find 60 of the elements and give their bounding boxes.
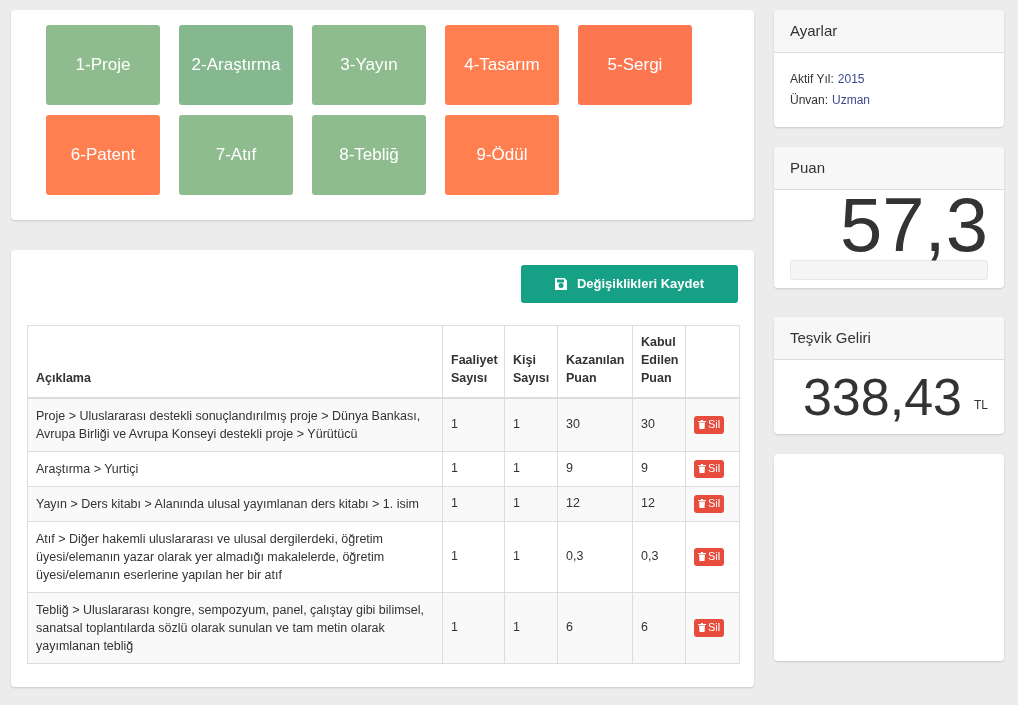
table-cell: 1 [504,451,558,486]
category-tile[interactable]: 3-Yayın [312,25,426,105]
setting-value: 2015 [837,71,865,88]
table-cell: 1 [504,397,558,451]
table-cell: 6 [632,592,686,663]
trash-icon [698,499,706,508]
setting-label: Aktif Yıl: [790,71,834,88]
delete-button[interactable]: Sil [694,494,725,513]
save-button[interactable]: Değişiklikleri Kaydet [521,265,738,303]
column-header: Açıklama [27,325,443,398]
delete-button[interactable]: Sil [694,459,725,478]
table-cell: Tebliğ > Uluslararası kongre, sempozyum, panel, çalıştay gibi bilimsel, sanatsal toplantılarda sözlü olarak sunulan ve tam metin olarak yayımlanan tebliğ [27,592,443,663]
category-tile[interactable]: 8-Tebliğ [312,115,426,195]
table-cell: 1 [442,521,505,592]
trash-icon [698,552,706,561]
table-cell: 9 [632,451,686,486]
table-cell: 30 [557,397,633,451]
table-cell: 12 [557,486,633,521]
table-cell: 1 [442,592,505,663]
card-title: Teşvik Geliri [790,327,871,348]
category-tile[interactable]: 7-Atıf [179,115,293,195]
table-cell: Araştırma > Yurtiçi [27,451,443,486]
trash-icon [698,464,706,473]
card-title: Ayarlar [790,20,838,41]
column-header: Kazanılan Puan [557,325,633,398]
category-tile[interactable]: 2-Araştırma [179,25,293,105]
table-cell: Atıf > Diğer hakemli uluslararası ve ulusal dergilerdeki, öğretim üyesi/elemanın yazar olarak yer almadığı makalelerde, öğretim üyesi/elemanın eserlerine yapılan her bir atıf [27,521,443,592]
table-cell: 12 [632,486,686,521]
table-cell: 1 [504,486,558,521]
currency-unit: TL [974,397,988,414]
table-cell: Yayın > Ders kitabı > Alanında ulusal yayımlanan ders kitabı > 1. isim [27,486,443,521]
table-cell: 9 [557,451,633,486]
category-tile[interactable]: 5-Sergi [578,25,692,105]
table-cell: 1 [442,397,505,451]
column-header: Kabul Edilen Puan [632,325,686,398]
category-tile[interactable]: 4-Tasarım [445,25,559,105]
trash-icon [698,420,706,429]
column-header: Kişi Sayısı [504,325,558,398]
card-title: Puan [790,157,826,178]
category-tile[interactable]: 9-Ödül [445,115,559,195]
table-cell: 1 [442,486,505,521]
trash-icon [698,623,706,632]
table-cell: Proje > Uluslararası destekli sonuçlandırılmış proje > Dünya Bankası, Avrupa Birliği ve Avrupa Konseyi destekli proje > Yürütücü [27,397,443,451]
delete-button[interactable]: Sil [694,415,725,434]
setting-label: Ünvan: [790,92,829,109]
table-cell: 0,3 [632,521,686,592]
score-value: 57,3 [840,190,988,260]
delete-button[interactable]: Sil [694,547,725,566]
table-cell: 0,3 [557,521,633,592]
incentive-value: 338,43 [802,367,962,428]
category-tile[interactable]: 1-Proje [46,25,160,105]
table-cell: 6 [557,592,633,663]
table-cell: 1 [442,451,505,486]
category-tile[interactable]: 6-Patent [46,115,160,195]
table-cell: 1 [504,592,558,663]
delete-button[interactable]: Sil [694,618,725,637]
table-cell: 1 [504,521,558,592]
column-header: Faaliyet Sayısı [442,325,505,398]
setting-value: Uzman [832,92,871,109]
table-cell: 30 [632,397,686,451]
